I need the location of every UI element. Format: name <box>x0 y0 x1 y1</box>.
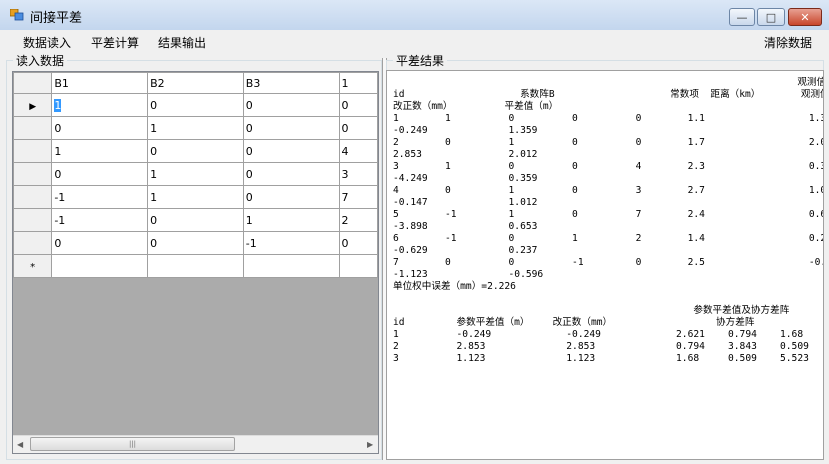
table-cell[interactable]: 1 <box>147 116 244 140</box>
table-cell[interactable]: 0 <box>147 139 244 163</box>
grid-header-row: B1 B2 B3 1 <box>13 72 378 94</box>
table-cell[interactable]: 1 <box>51 139 149 163</box>
table-cell[interactable]: 0 <box>147 208 244 232</box>
table-cell[interactable]: 0 <box>242 162 340 186</box>
table-row: 0 0 -1 0 <box>13 231 378 255</box>
table-cell[interactable]: -1 <box>51 185 149 209</box>
column-header-b2[interactable]: B2 <box>147 72 244 94</box>
table-row: 0 1 0 0 <box>13 116 378 140</box>
table-row: -1 1 0 7 <box>13 185 378 209</box>
new-row-icon: * <box>30 261 36 273</box>
results-text: 观测信息表 id 系数阵B 常数项 距离（km） 观测值（m） 改正数（mm） … <box>393 77 823 364</box>
new-row: * <box>13 254 378 278</box>
table-cell[interactable]: 0 <box>338 231 378 255</box>
horizontal-scrollbar[interactable]: ◀ ||| ▶ <box>13 435 378 453</box>
menu-compute[interactable]: 平差计算 <box>91 34 139 51</box>
maximize-icon: □ <box>765 10 777 24</box>
data-grid[interactable]: B1 B2 B3 1 ▶ 1 0 0 0 0 1 0 0 1 0 0 4 0 1… <box>12 71 379 454</box>
close-button[interactable]: ✕ <box>788 8 822 26</box>
window-title: 间接平差 <box>30 11 83 26</box>
maximize-button[interactable]: □ <box>757 8 785 26</box>
scroll-thumb[interactable]: ||| <box>30 437 235 451</box>
table-row: -1 0 1 2 <box>13 208 378 232</box>
table-cell[interactable]: 0 <box>147 93 244 117</box>
row-header[interactable] <box>13 139 53 163</box>
table-row: 1 0 0 4 <box>13 139 378 163</box>
row-header[interactable] <box>13 185 53 209</box>
table-cell[interactable]: 0 <box>51 116 149 140</box>
minimize-icon: — <box>736 10 748 24</box>
table-cell[interactable]: 3 <box>338 162 378 186</box>
table-cell[interactable]: -1 <box>242 231 340 255</box>
menu-read-data[interactable]: 数据读入 <box>23 34 71 51</box>
table-cell[interactable]: 0 <box>147 231 244 255</box>
scroll-left-icon[interactable]: ◀ <box>17 440 23 449</box>
table-cell[interactable]: 0 <box>51 162 149 186</box>
table-row: 0 1 0 3 <box>13 162 378 186</box>
minimize-button[interactable]: — <box>729 8 755 26</box>
row-header[interactable] <box>13 208 53 232</box>
input-data-title: 读入数据 <box>13 52 68 69</box>
results-title: 平差结果 <box>393 52 448 69</box>
table-cell[interactable]: 0 <box>242 139 340 163</box>
table-cell[interactable]: 1 <box>242 208 340 232</box>
table-cell[interactable] <box>242 254 340 278</box>
row-header[interactable]: ▶ <box>13 93 53 117</box>
table-cell[interactable] <box>147 254 244 278</box>
table-row: ▶ 1 0 0 0 <box>13 93 378 117</box>
column-header-b3[interactable]: B3 <box>242 72 340 94</box>
selected-cell-text: 1 <box>54 98 62 112</box>
app-icon <box>10 9 24 21</box>
table-cell[interactable]: -1 <box>51 208 149 232</box>
row-header[interactable]: * <box>13 254 53 278</box>
close-icon: ✕ <box>800 10 810 24</box>
table-cell[interactable]: 0 <box>242 93 340 117</box>
row-header[interactable] <box>13 116 53 140</box>
title-bar: 间接平差 — □ ✕ <box>0 0 829 31</box>
grid-corner[interactable] <box>13 72 53 94</box>
table-cell[interactable]: 0 <box>338 116 378 140</box>
table-cell[interactable]: 0 <box>242 116 340 140</box>
menu-bar: 数据读入 平差计算 结果输出 清除数据 <box>0 30 829 52</box>
table-cell[interactable]: 2 <box>338 208 378 232</box>
table-cell[interactable]: 0 <box>242 185 340 209</box>
table-cell[interactable]: 1 <box>51 93 149 117</box>
table-cell[interactable]: 4 <box>338 139 378 163</box>
data-table: B1 B2 B3 1 ▶ 1 0 0 0 0 1 0 0 1 0 0 4 0 1… <box>13 72 378 278</box>
column-header-b1[interactable]: B1 <box>51 72 149 94</box>
menu-export[interactable]: 结果输出 <box>158 34 206 51</box>
table-cell[interactable] <box>338 254 378 278</box>
table-cell[interactable] <box>51 254 149 278</box>
current-row-icon: ▶ <box>29 101 37 112</box>
table-cell[interactable]: 1 <box>147 162 244 186</box>
scroll-right-icon[interactable]: ▶ <box>367 440 373 449</box>
table-cell[interactable]: 0 <box>338 93 378 117</box>
row-header[interactable] <box>13 162 53 186</box>
table-cell[interactable]: 1 <box>147 185 244 209</box>
scroll-grip-icon: ||| <box>128 440 137 448</box>
results-textbox[interactable]: 观测信息表 id 系数阵B 常数项 距离（km） 观测值（m） 改正数（mm） … <box>386 70 824 460</box>
column-header-const[interactable]: 1 <box>338 72 378 94</box>
table-cell[interactable]: 7 <box>338 185 378 209</box>
table-cell[interactable]: 0 <box>51 231 149 255</box>
menu-clear[interactable]: 清除数据 <box>764 34 812 51</box>
row-header[interactable] <box>13 231 53 255</box>
